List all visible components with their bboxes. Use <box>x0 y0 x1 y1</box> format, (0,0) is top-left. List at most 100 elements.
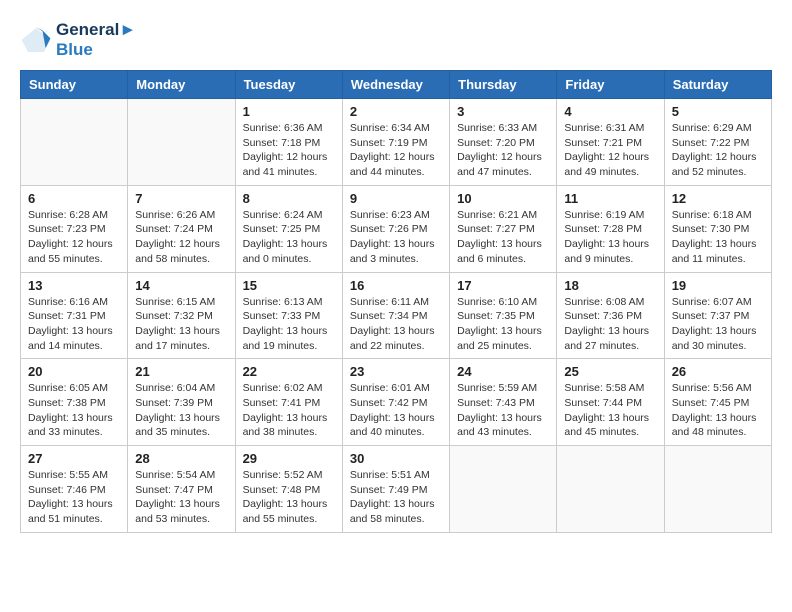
day-detail: Sunrise: 6:18 AMSunset: 7:30 PMDaylight:… <box>672 208 764 267</box>
day-number: 13 <box>28 278 120 293</box>
calendar-day-cell: 13Sunrise: 6:16 AMSunset: 7:31 PMDayligh… <box>21 272 128 359</box>
calendar-day-cell: 9 Sunrise: 6:23 AMSunset: 7:26 PMDaylight… <box>342 185 449 272</box>
day-number: 27 <box>28 451 120 466</box>
day-detail: Sunrise: 5:51 AMSunset: 7:49 PMDaylight:… <box>350 468 442 527</box>
calendar-day-cell: 25 Sunrise: 5:58 AMSunset: 7:44 PMDayligh… <box>557 359 664 446</box>
day-detail: Sunrise: 5:56 AMSunset: 7:45 PMDaylight:… <box>672 381 764 440</box>
calendar-day-cell: 7 Sunrise: 6:26 AMSunset: 7:24 PMDaylight… <box>128 185 235 272</box>
day-number: 9 <box>350 191 442 206</box>
day-detail: Sunrise: 6:21 AMSunset: 7:27 PMDaylight:… <box>457 208 549 267</box>
day-number: 25 <box>564 364 656 379</box>
calendar-header-row: SundayMondayTuesdayWednesdayThursdayFrid… <box>21 71 772 99</box>
day-header-wednesday: Wednesday <box>342 71 449 99</box>
calendar-day-cell <box>557 446 664 533</box>
calendar-week-row: 20Sunrise: 6:05 AMSunset: 7:38 PMDayligh… <box>21 359 772 446</box>
day-number: 4 <box>564 104 656 119</box>
day-detail: Sunrise: 5:52 AMSunset: 7:48 PMDaylight:… <box>243 468 335 527</box>
logo-text: General► Blue <box>56 20 136 60</box>
day-detail: Sunrise: 6:01 AMSunset: 7:42 PMDaylight:… <box>350 381 442 440</box>
day-detail: Sunrise: 6:13 AMSunset: 7:33 PMDaylight:… <box>243 295 335 354</box>
calendar-day-cell: 28 Sunrise: 5:54 AMSunset: 7:47 PMDayligh… <box>128 446 235 533</box>
day-number: 12 <box>672 191 764 206</box>
calendar-day-cell: 26 Sunrise: 5:56 AMSunset: 7:45 PMDayligh… <box>664 359 771 446</box>
day-number: 5 <box>672 104 764 119</box>
calendar-day-cell: 20Sunrise: 6:05 AMSunset: 7:38 PMDayligh… <box>21 359 128 446</box>
calendar-day-cell: 12 Sunrise: 6:18 AMSunset: 7:30 PMDayligh… <box>664 185 771 272</box>
day-detail: Sunrise: 5:54 AMSunset: 7:47 PMDaylight:… <box>135 468 227 527</box>
calendar-day-cell: 15 Sunrise: 6:13 AMSunset: 7:33 PMDayligh… <box>235 272 342 359</box>
day-number: 11 <box>564 191 656 206</box>
calendar-day-cell: 29 Sunrise: 5:52 AMSunset: 7:48 PMDayligh… <box>235 446 342 533</box>
calendar-week-row: 6 Sunrise: 6:28 AMSunset: 7:23 PMDaylight… <box>21 185 772 272</box>
logo-icon <box>20 24 52 56</box>
header: General► Blue <box>20 20 772 60</box>
day-detail: Sunrise: 6:11 AMSunset: 7:34 PMDaylight:… <box>350 295 442 354</box>
day-number: 7 <box>135 191 227 206</box>
calendar-day-cell <box>664 446 771 533</box>
day-detail: Sunrise: 6:08 AMSunset: 7:36 PMDaylight:… <box>564 295 656 354</box>
calendar-day-cell <box>21 99 128 186</box>
day-detail: Sunrise: 6:23 AMSunset: 7:26 PMDaylight:… <box>350 208 442 267</box>
calendar-day-cell: 24 Sunrise: 5:59 AMSunset: 7:43 PMDayligh… <box>450 359 557 446</box>
calendar-day-cell: 1 Sunrise: 6:36 AMSunset: 7:18 PMDaylight… <box>235 99 342 186</box>
calendar-day-cell: 19 Sunrise: 6:07 AMSunset: 7:37 PMDayligh… <box>664 272 771 359</box>
day-number: 16 <box>350 278 442 293</box>
day-number: 21 <box>135 364 227 379</box>
calendar-day-cell: 21 Sunrise: 6:04 AMSunset: 7:39 PMDayligh… <box>128 359 235 446</box>
day-detail: Sunrise: 5:59 AMSunset: 7:43 PMDaylight:… <box>457 381 549 440</box>
calendar-day-cell: 23 Sunrise: 6:01 AMSunset: 7:42 PMDayligh… <box>342 359 449 446</box>
day-number: 23 <box>350 364 442 379</box>
calendar-day-cell: 22Sunrise: 6:02 AMSunset: 7:41 PMDayligh… <box>235 359 342 446</box>
calendar-day-cell: 18 Sunrise: 6:08 AMSunset: 7:36 PMDayligh… <box>557 272 664 359</box>
day-detail: Sunrise: 6:34 AMSunset: 7:19 PMDaylight:… <box>350 121 442 180</box>
calendar-day-cell: 27 Sunrise: 5:55 AMSunset: 7:46 PMDayligh… <box>21 446 128 533</box>
day-detail: Sunrise: 6:10 AMSunset: 7:35 PMDaylight:… <box>457 295 549 354</box>
calendar-week-row: 1 Sunrise: 6:36 AMSunset: 7:18 PMDaylight… <box>21 99 772 186</box>
day-number: 29 <box>243 451 335 466</box>
calendar-day-cell: 3Sunrise: 6:33 AMSunset: 7:20 PMDaylight… <box>450 99 557 186</box>
day-detail: Sunrise: 6:07 AMSunset: 7:37 PMDaylight:… <box>672 295 764 354</box>
day-number: 20 <box>28 364 120 379</box>
calendar-day-cell: 5 Sunrise: 6:29 AMSunset: 7:22 PMDaylight… <box>664 99 771 186</box>
calendar-day-cell: 30Sunrise: 5:51 AMSunset: 7:49 PMDayligh… <box>342 446 449 533</box>
day-detail: Sunrise: 6:04 AMSunset: 7:39 PMDaylight:… <box>135 381 227 440</box>
day-number: 26 <box>672 364 764 379</box>
day-number: 14 <box>135 278 227 293</box>
day-number: 19 <box>672 278 764 293</box>
day-detail: Sunrise: 6:24 AMSunset: 7:25 PMDaylight:… <box>243 208 335 267</box>
calendar-week-row: 27 Sunrise: 5:55 AMSunset: 7:46 PMDayligh… <box>21 446 772 533</box>
day-number: 15 <box>243 278 335 293</box>
day-detail: Sunrise: 6:26 AMSunset: 7:24 PMDaylight:… <box>135 208 227 267</box>
calendar-day-cell: 2 Sunrise: 6:34 AMSunset: 7:19 PMDaylight… <box>342 99 449 186</box>
calendar-day-cell: 16 Sunrise: 6:11 AMSunset: 7:34 PMDayligh… <box>342 272 449 359</box>
day-detail: Sunrise: 5:58 AMSunset: 7:44 PMDaylight:… <box>564 381 656 440</box>
calendar-day-cell: 10 Sunrise: 6:21 AMSunset: 7:27 PMDayligh… <box>450 185 557 272</box>
day-detail: Sunrise: 6:36 AMSunset: 7:18 PMDaylight:… <box>243 121 335 180</box>
day-detail: Sunrise: 6:28 AMSunset: 7:23 PMDaylight:… <box>28 208 120 267</box>
day-header-thursday: Thursday <box>450 71 557 99</box>
day-header-sunday: Sunday <box>21 71 128 99</box>
day-number: 1 <box>243 104 335 119</box>
day-detail: Sunrise: 5:55 AMSunset: 7:46 PMDaylight:… <box>28 468 120 527</box>
day-header-friday: Friday <box>557 71 664 99</box>
day-number: 2 <box>350 104 442 119</box>
calendar-day-cell: 14 Sunrise: 6:15 AMSunset: 7:32 PMDayligh… <box>128 272 235 359</box>
day-detail: Sunrise: 6:31 AMSunset: 7:21 PMDaylight:… <box>564 121 656 180</box>
calendar-day-cell: 4 Sunrise: 6:31 AMSunset: 7:21 PMDaylight… <box>557 99 664 186</box>
day-number: 6 <box>28 191 120 206</box>
day-header-monday: Monday <box>128 71 235 99</box>
day-number: 22 <box>243 364 335 379</box>
calendar-table: SundayMondayTuesdayWednesdayThursdayFrid… <box>20 70 772 533</box>
day-number: 17 <box>457 278 549 293</box>
day-number: 3 <box>457 104 549 119</box>
day-number: 10 <box>457 191 549 206</box>
day-number: 18 <box>564 278 656 293</box>
day-number: 28 <box>135 451 227 466</box>
day-detail: Sunrise: 6:29 AMSunset: 7:22 PMDaylight:… <box>672 121 764 180</box>
calendar-day-cell: 17 Sunrise: 6:10 AMSunset: 7:35 PMDayligh… <box>450 272 557 359</box>
day-detail: Sunrise: 6:15 AMSunset: 7:32 PMDaylight:… <box>135 295 227 354</box>
day-header-tuesday: Tuesday <box>235 71 342 99</box>
day-number: 24 <box>457 364 549 379</box>
day-number: 8 <box>243 191 335 206</box>
calendar-week-row: 13Sunrise: 6:16 AMSunset: 7:31 PMDayligh… <box>21 272 772 359</box>
